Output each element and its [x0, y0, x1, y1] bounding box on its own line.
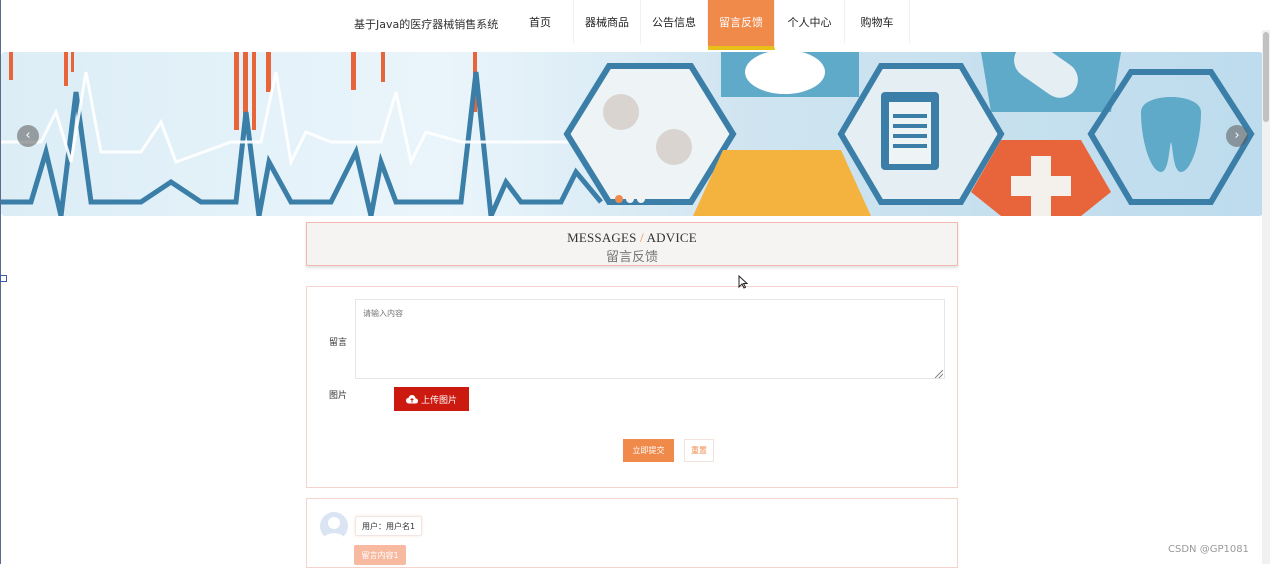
upload-image-label: 上传图片	[420, 395, 457, 406]
nav-cart[interactable]: 购物车	[845, 0, 910, 44]
section-title-en: MESSAGES / ADVICE	[307, 230, 957, 246]
main-nav: 首页 器械商品 公告信息 留言反馈 个人中心 购物车	[507, 0, 910, 50]
banner-medical-illustration	[1, 52, 1255, 216]
csdn-watermark: CSDN @GP1081	[1168, 544, 1249, 555]
site-title: 基于Java的医疗器械销售系统	[354, 18, 499, 31]
message-content: 留言内容1	[354, 545, 406, 565]
carousel-dot-2[interactable]	[626, 195, 634, 203]
cloud-upload-icon	[405, 394, 418, 403]
image-label: 图片	[329, 391, 348, 401]
upload-image-button[interactable]: 上传图片	[394, 387, 469, 411]
message-label: 留言	[329, 338, 348, 348]
nav-feedback[interactable]: 留言反馈	[708, 0, 775, 50]
user-avatar	[320, 512, 348, 540]
carousel-dot-1[interactable]	[615, 195, 623, 203]
message-textarea[interactable]	[355, 299, 945, 379]
message-list-item: 用户：用户名1 留言内容1	[306, 498, 958, 568]
carousel-prev-button[interactable]: ‹	[17, 125, 39, 147]
section-title-cn: 留言反馈	[605, 249, 658, 264]
textarea-resize-handle[interactable]	[935, 370, 943, 378]
reset-button[interactable]: 重置	[684, 439, 714, 462]
page-scrollbar[interactable]	[1262, 30, 1270, 564]
frame-handle	[0, 275, 7, 282]
scrollbar-thumb[interactable]	[1263, 32, 1269, 122]
carousel-dot-3[interactable]	[637, 195, 645, 203]
carousel-next-button[interactable]: ›	[1226, 125, 1248, 147]
nav-personal-center[interactable]: 个人中心	[775, 0, 845, 44]
section-heading: MESSAGES / ADVICE 留言反馈	[306, 222, 958, 266]
top-navbar: 基于Java的医疗器械销售系统 首页 器械商品 公告信息 留言反馈 个人中心 购…	[1, 0, 1263, 52]
section-title-slash: /	[640, 230, 644, 245]
section-title-en-left: MESSAGES	[567, 230, 637, 245]
nav-home[interactable]: 首页	[507, 0, 574, 44]
mouse-cursor-icon	[738, 275, 748, 289]
nav-products[interactable]: 器械商品	[574, 0, 641, 44]
nav-announcements[interactable]: 公告信息	[641, 0, 708, 44]
section-title-en-right: ADVICE	[646, 230, 697, 245]
submit-button[interactable]: 立即提交	[623, 439, 674, 462]
banner-carousel: ‹ ›	[1, 52, 1263, 216]
chevron-left-icon: ‹	[25, 128, 31, 143]
carousel-indicators	[615, 195, 645, 203]
user-avatar-icon	[323, 517, 345, 540]
chevron-right-icon: ›	[1234, 128, 1240, 143]
message-user-name: 用户：用户名1	[355, 516, 423, 536]
feedback-form: 留言 图片 上传图片 立即提交 重置	[306, 286, 958, 488]
